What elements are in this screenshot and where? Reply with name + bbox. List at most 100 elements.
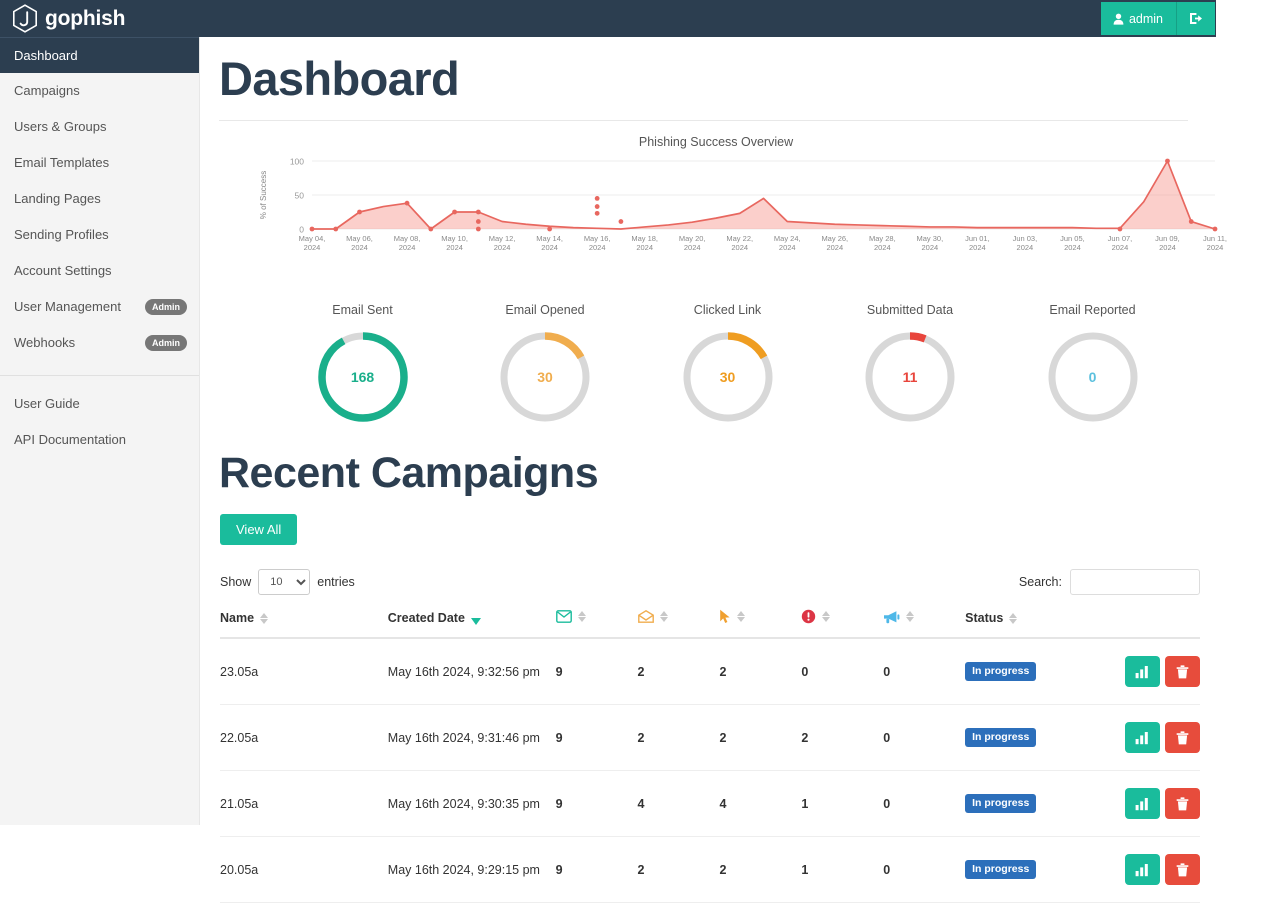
sidebar-item-landing-pages[interactable]: Landing Pages	[0, 181, 199, 217]
svg-text:May 28,: May 28,	[869, 234, 896, 243]
svg-text:2024: 2024	[731, 243, 748, 252]
admin-badge: Admin	[145, 335, 187, 351]
sidebar-item-label: Webhooks	[14, 335, 75, 350]
admin-user-button[interactable]: admin	[1101, 2, 1176, 35]
cell-sent: 9	[556, 705, 638, 771]
column-header-clicked[interactable]	[719, 609, 801, 638]
column-header-sent[interactable]	[556, 609, 638, 638]
sidebar-item-user-guide[interactable]: User Guide	[0, 386, 199, 422]
svg-text:2024: 2024	[874, 243, 891, 252]
sidebar-item-label: API Documentation	[14, 432, 126, 447]
column-header-created-date[interactable]: Created Date	[388, 609, 556, 638]
sidebar-item-api-documentation[interactable]: API Documentation	[0, 422, 199, 458]
gauge-submitted-data: Submitted Data 11	[838, 303, 983, 427]
svg-text:2024: 2024	[969, 243, 986, 252]
svg-text:2024: 2024	[1207, 243, 1224, 252]
sort-caret-icon[interactable]	[737, 611, 745, 622]
recent-campaigns-table: Name Created Date	[220, 609, 1200, 903]
sort-caret-icon[interactable]	[260, 613, 268, 624]
svg-text:2024: 2024	[304, 243, 321, 252]
sort-caret-icon[interactable]	[578, 611, 586, 622]
svg-text:May 18,: May 18,	[631, 234, 658, 243]
trash-icon	[1176, 731, 1189, 745]
cell-status: In progress	[965, 837, 1125, 903]
brand-name: gophish	[45, 7, 125, 31]
svg-text:May 24,: May 24,	[774, 234, 801, 243]
page-title: Dashboard	[219, 51, 1280, 106]
sidebar-item-email-templates[interactable]: Email Templates	[0, 145, 199, 181]
trash-icon	[1176, 797, 1189, 811]
sidebar-item-label: Campaigns	[14, 83, 80, 98]
table-row[interactable]: 20.05aMay 16th 2024, 9:29:15 pm92210In p…	[220, 837, 1200, 903]
sort-caret-icon[interactable]	[822, 611, 830, 622]
table-header-row: Name Created Date	[220, 609, 1200, 638]
status-badge: In progress	[965, 728, 1036, 747]
view-all-button[interactable]: View All	[220, 514, 297, 545]
svg-text:0: 0	[299, 225, 304, 235]
logout-button[interactable]	[1176, 2, 1215, 35]
cell-reported: 0	[883, 705, 965, 771]
gauge-ring: 0	[1043, 327, 1143, 427]
svg-text:May 30,: May 30,	[916, 234, 943, 243]
delete-campaign-button[interactable]	[1165, 722, 1200, 753]
table-controls: Show 10 entries Search:	[220, 569, 1200, 595]
view-stats-button[interactable]	[1125, 854, 1160, 885]
view-stats-button[interactable]	[1125, 722, 1160, 753]
sidebar-item-account-settings[interactable]: Account Settings	[0, 253, 199, 289]
table-row[interactable]: 23.05aMay 16th 2024, 9:32:56 pm92200In p…	[220, 638, 1200, 705]
search-control: Search:	[1019, 569, 1200, 595]
cell-reported: 0	[883, 837, 965, 903]
cell-name: 20.05a	[220, 837, 388, 903]
status-badge: In progress	[965, 860, 1036, 879]
cell-actions	[1125, 638, 1200, 705]
summary-gauges: Email Sent 168 Email Opened 30 Clicked L…	[290, 295, 1165, 427]
gauge-value: 11	[860, 369, 960, 385]
sort-caret-icon[interactable]	[1009, 613, 1017, 624]
table-row[interactable]: 21.05aMay 16th 2024, 9:30:35 pm94410In p…	[220, 771, 1200, 837]
sort-caret-desc-icon[interactable]	[471, 612, 481, 625]
view-stats-button[interactable]	[1125, 788, 1160, 819]
cell-submitted: 1	[801, 771, 883, 837]
gauge-email-sent: Email Sent 168	[290, 303, 435, 427]
search-input[interactable]	[1070, 569, 1200, 595]
cell-opened: 4	[638, 771, 720, 837]
bar-chart-icon	[1135, 863, 1150, 877]
sidebar-item-dashboard[interactable]: Dashboard	[0, 37, 199, 73]
column-header-actions	[1125, 609, 1200, 638]
column-header-status[interactable]: Status	[965, 609, 1125, 638]
svg-text:May 26,: May 26,	[821, 234, 848, 243]
status-badge: In progress	[965, 662, 1036, 681]
column-header-opened[interactable]	[638, 609, 720, 638]
sidebar-item-webhooks[interactable]: Webhooks Admin	[0, 325, 199, 361]
delete-campaign-button[interactable]	[1165, 656, 1200, 687]
brand-logo-group[interactable]: gophish	[12, 0, 125, 37]
column-header-name[interactable]: Name	[220, 609, 388, 638]
cell-status: In progress	[965, 771, 1125, 837]
sort-caret-icon[interactable]	[906, 611, 914, 622]
exclamation-icon	[801, 609, 816, 624]
sidebar-item-label: Users & Groups	[14, 119, 106, 134]
column-header-submitted[interactable]	[801, 609, 883, 638]
sidebar: Dashboard Campaigns Users & Groups Email…	[0, 37, 200, 825]
cell-submitted: 0	[801, 638, 883, 705]
trash-icon	[1176, 863, 1189, 877]
sidebar-item-sending-profiles[interactable]: Sending Profiles	[0, 217, 199, 253]
svg-text:100: 100	[290, 157, 304, 167]
column-header-reported[interactable]	[883, 609, 965, 638]
sort-caret-icon[interactable]	[660, 611, 668, 622]
gauge-value: 0	[1043, 369, 1143, 385]
table-row[interactable]: 22.05aMay 16th 2024, 9:31:46 pm92220In p…	[220, 705, 1200, 771]
svg-text:2024: 2024	[494, 243, 511, 252]
delete-campaign-button[interactable]	[1165, 788, 1200, 819]
delete-campaign-button[interactable]	[1165, 854, 1200, 885]
sidebar-item-campaigns[interactable]: Campaigns	[0, 73, 199, 109]
chart-title: Phishing Success Overview	[152, 135, 1280, 149]
recent-campaigns-title: Recent Campaigns	[219, 449, 1280, 498]
view-stats-button[interactable]	[1125, 656, 1160, 687]
sidebar-item-label: User Guide	[14, 396, 80, 411]
sidebar-item-user-management[interactable]: User Management Admin	[0, 289, 199, 325]
page-length-select[interactable]: 10	[258, 569, 310, 595]
gauge-label: Email Opened	[473, 303, 618, 317]
svg-text:2024: 2024	[399, 243, 416, 252]
sidebar-item-users-groups[interactable]: Users & Groups	[0, 109, 199, 145]
